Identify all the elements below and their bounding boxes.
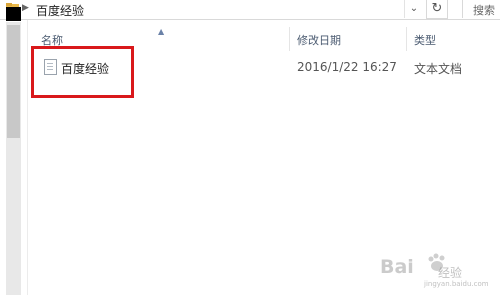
column-header-type[interactable]: 类型 <box>414 32 436 48</box>
breadcrumb-arrow-icon[interactable]: ▶ <box>22 3 29 13</box>
refresh-button[interactable]: ↻ <box>426 0 448 19</box>
search-placeholder: 搜索 <box>473 4 495 17</box>
refresh-icon: ↻ <box>431 1 443 16</box>
sort-ascending-icon: ▲ <box>158 27 165 36</box>
navigation-pane-header <box>6 7 21 21</box>
address-bar: ▶ 百度经验 ⌄ ↻ 搜索 <box>0 0 500 20</box>
column-header-date-modified[interactable]: 修改日期 <box>297 32 341 48</box>
watermark-brand-suffix: 经验 <box>438 266 463 280</box>
file-type: 文本文档 <box>414 62 463 76</box>
highlight-annotation-box <box>31 46 134 98</box>
chevron-down-icon: ⌄ <box>409 3 419 14</box>
column-separator[interactable] <box>289 27 290 51</box>
address-dropdown-button[interactable]: ⌄ <box>404 0 423 18</box>
baidu-watermark: Bai 经验 jingyan.baidu.com <box>380 250 495 290</box>
breadcrumb-path[interactable]: 百度经验 <box>36 2 84 19</box>
column-separator[interactable] <box>406 27 407 51</box>
search-input[interactable]: 搜索 <box>462 0 500 18</box>
file-date-modified: 2016/1/22 16:27 <box>297 60 397 74</box>
watermark-brand: Bai <box>380 256 414 278</box>
watermark-url: jingyan.baidu.com <box>424 280 489 288</box>
navigation-scrollbar-thumb[interactable] <box>7 25 20 138</box>
